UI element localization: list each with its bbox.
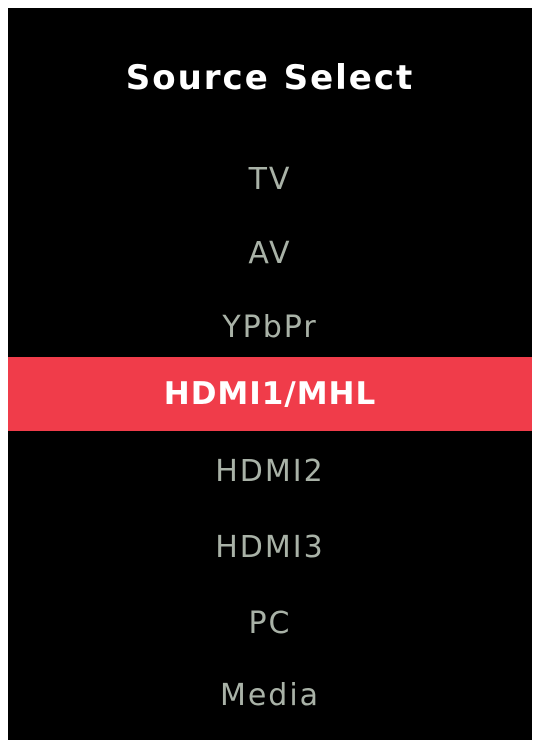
- source-item-pc[interactable]: PC: [8, 587, 532, 661]
- source-item-ypbpr[interactable]: YPbPr: [8, 291, 532, 365]
- source-item-av[interactable]: AV: [8, 217, 532, 291]
- source-item-hdmi1-mhl[interactable]: HDMI1/MHL: [8, 357, 532, 431]
- source-select-menu: Source Select TV AV YPbPr HDMI1/MHL HDMI…: [8, 8, 532, 740]
- source-item-hdmi3[interactable]: HDMI3: [8, 511, 532, 585]
- source-item-tv[interactable]: TV: [8, 143, 532, 217]
- menu-title: Source Select: [125, 58, 415, 98]
- source-item-media[interactable]: Media: [8, 659, 532, 733]
- source-item-hdmi2[interactable]: HDMI2: [8, 435, 532, 509]
